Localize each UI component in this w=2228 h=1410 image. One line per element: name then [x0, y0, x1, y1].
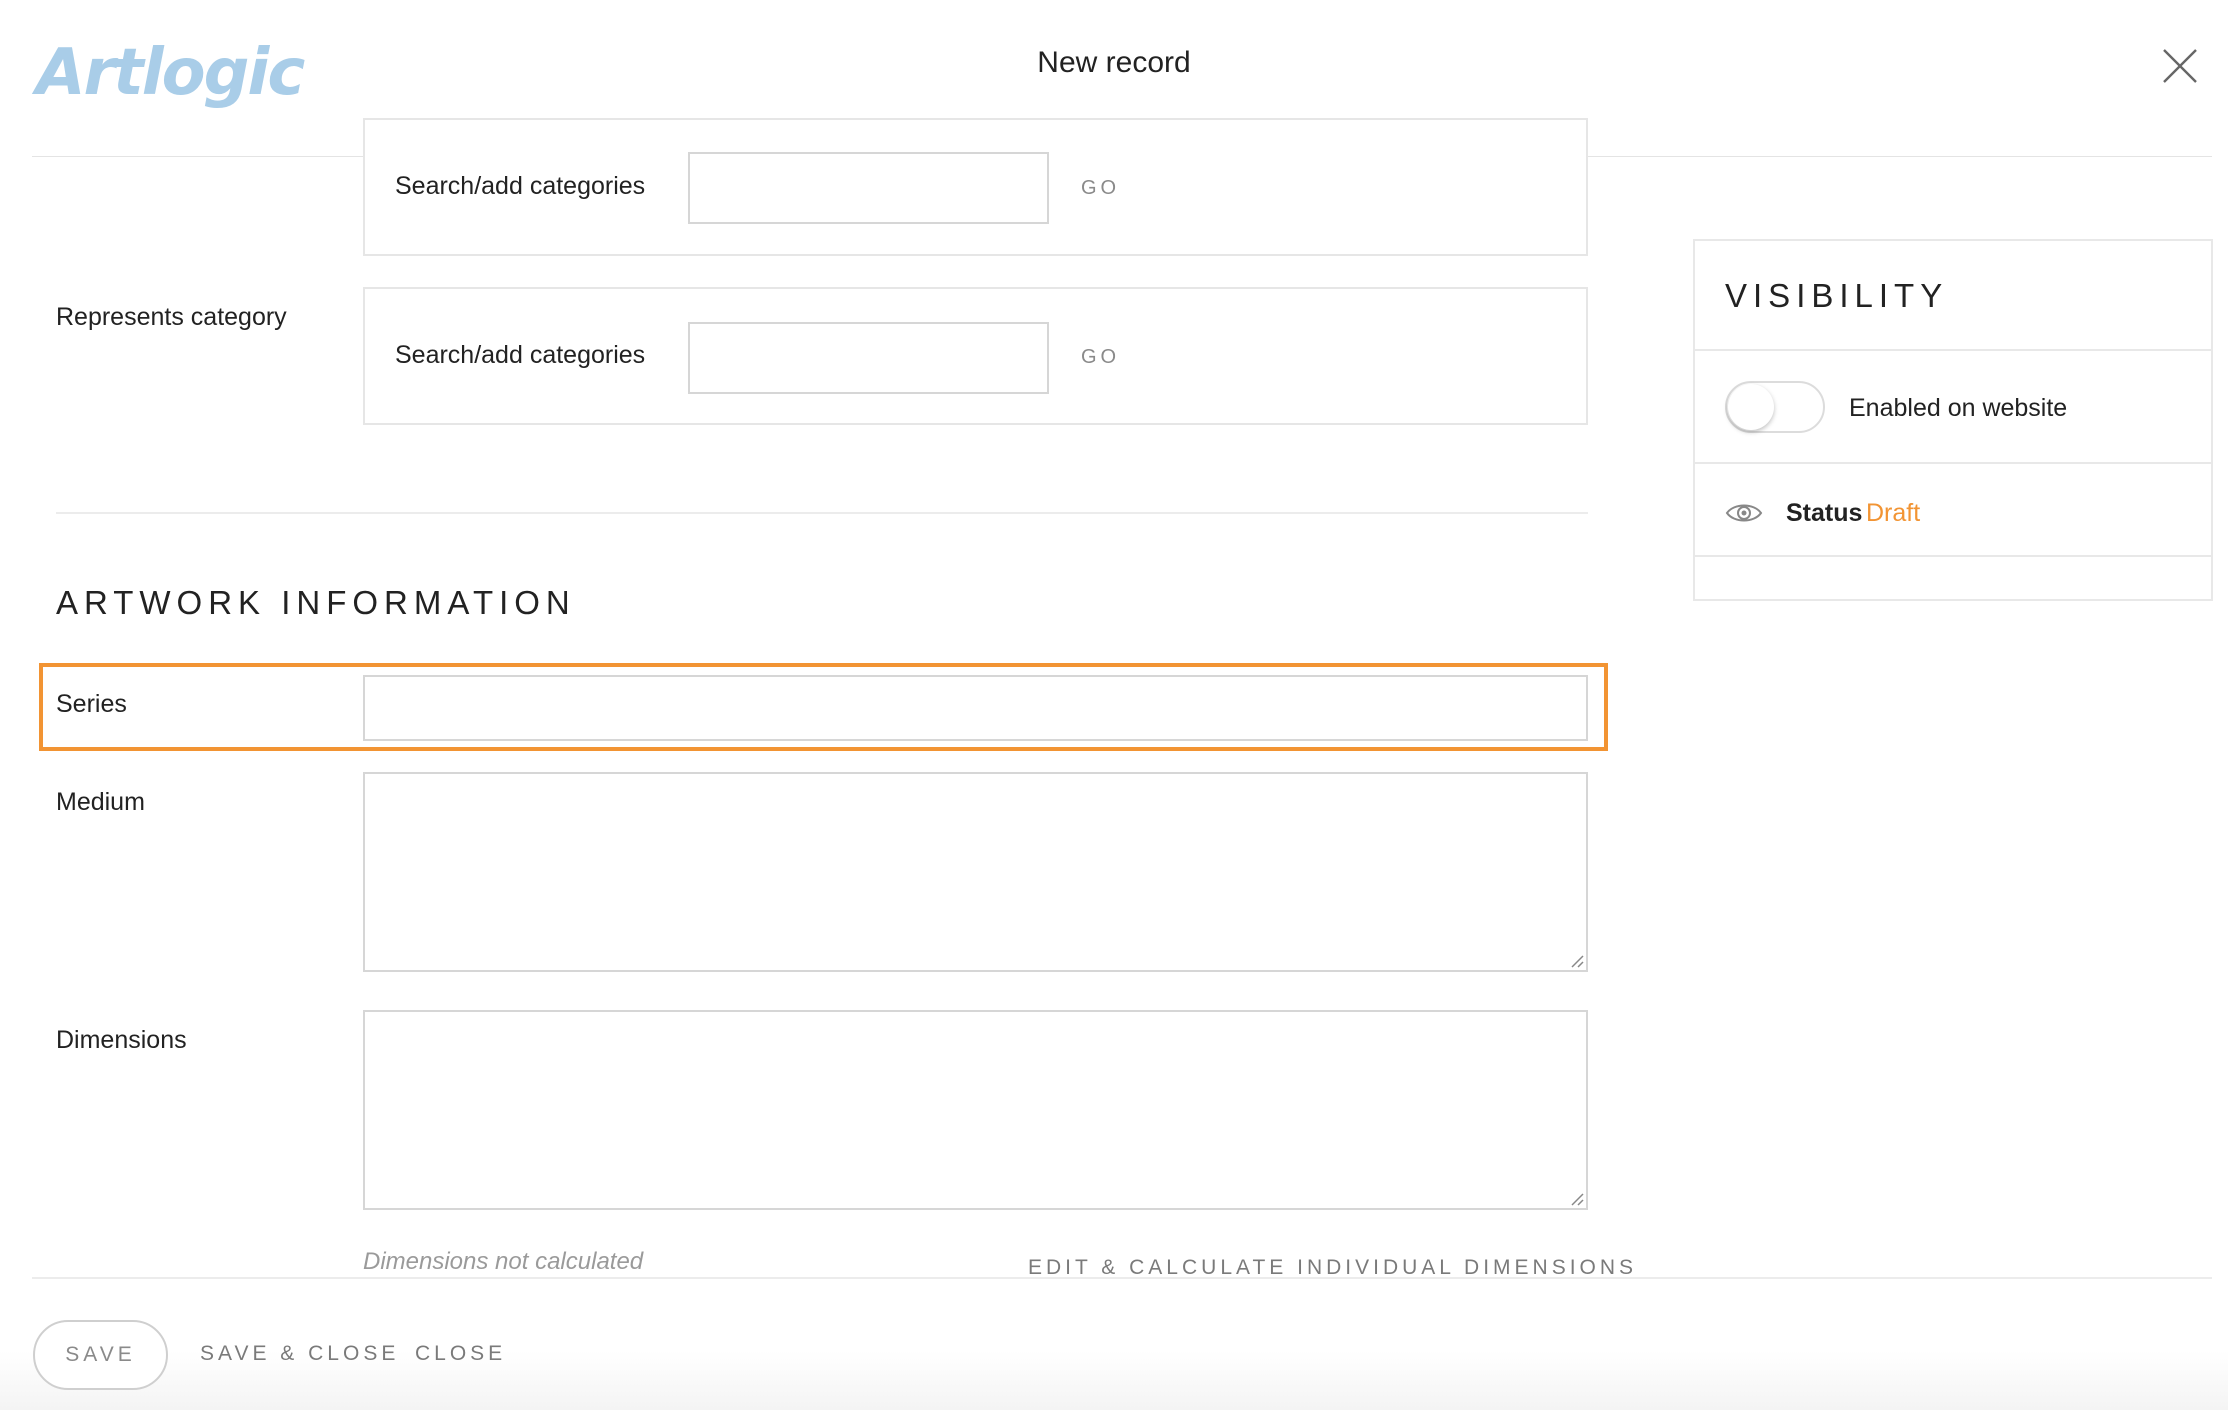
dimensions-note: Dimensions not calculated [363, 1248, 644, 1275]
artwork-section-title: ARTWORK INFORMATION [56, 584, 576, 621]
represents-go-button[interactable]: GO [1081, 346, 1120, 369]
visibility-divider [1695, 349, 2211, 351]
category-search-input[interactable] [688, 152, 1049, 224]
close-icon[interactable] [2162, 48, 2198, 84]
dimensions-textarea[interactable] [363, 1010, 1588, 1210]
status-label: Status [1786, 499, 1863, 527]
save-close-button[interactable]: SAVE & CLOSE [200, 1342, 399, 1366]
toggle-knob [1728, 384, 1774, 430]
represents-search-input[interactable] [688, 322, 1049, 394]
series-input[interactable] [363, 675, 1588, 741]
website-enabled-toggle[interactable] [1725, 381, 1825, 433]
eye-icon [1725, 504, 1763, 522]
resize-grip-icon[interactable] [1568, 1190, 1584, 1206]
save-button[interactable]: SAVE [33, 1320, 168, 1390]
medium-label: Medium [56, 788, 145, 816]
page-title: New record [1037, 46, 1191, 79]
represents-search-label: Search/add categories [395, 341, 646, 369]
status-badge: Draft [1866, 499, 1921, 527]
medium-textarea[interactable] [363, 772, 1588, 972]
visibility-panel: VISIBILITY Enabled on website Status Dra… [1693, 239, 2213, 601]
category-search-label: Search/add categories [395, 172, 646, 200]
visibility-divider [1695, 555, 2211, 557]
represents-category-box: Search/add categories GO [363, 287, 1588, 425]
toggle-label: Enabled on website [1849, 394, 2068, 422]
series-label: Series [56, 690, 127, 718]
category-go-button[interactable]: GO [1081, 177, 1120, 200]
represents-category-label: Represents category [56, 303, 287, 331]
resize-grip-icon[interactable] [1568, 952, 1584, 968]
visibility-divider [1695, 462, 2211, 464]
section-divider [56, 512, 1588, 514]
category-search-box: Search/add categories GO [363, 118, 1588, 256]
dimensions-label: Dimensions [56, 1026, 187, 1054]
close-button[interactable]: CLOSE [415, 1342, 506, 1366]
visibility-title: VISIBILITY [1725, 277, 1949, 314]
